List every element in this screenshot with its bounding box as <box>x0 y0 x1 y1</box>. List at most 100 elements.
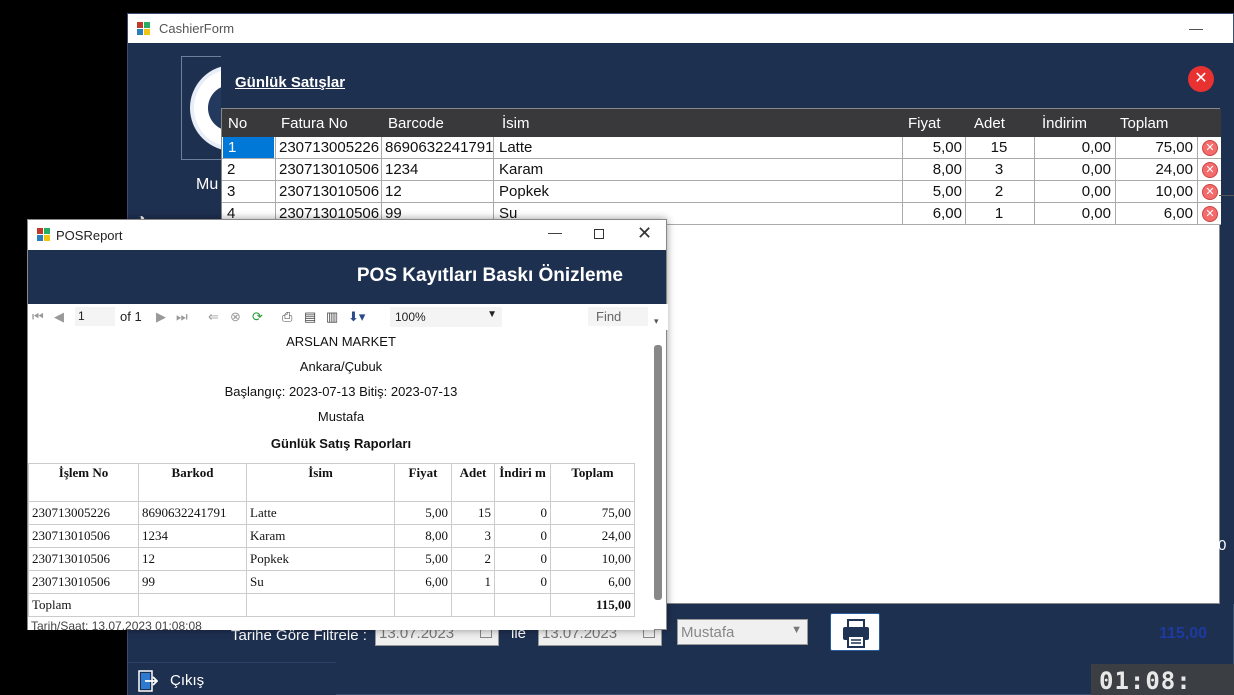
col-fatura[interactable]: Fatura No <box>281 115 348 132</box>
cell-indirim: 0,00 <box>1081 139 1111 156</box>
stop-icon[interactable]: ⊗ <box>230 309 241 325</box>
report-page: ARSLAN MARKET Ankara/Çubuk Başlangıç: 20… <box>28 330 654 630</box>
report-footnote: Tarih/Saat: 13.07.2023 01:08:08 <box>31 619 202 630</box>
cell-fatura: 230713005226 <box>279 139 380 156</box>
date-range: Başlangıç: 2023-07-13 Bitiş: 2023-07-13 <box>224 384 458 399</box>
cell-barcode: 12 <box>385 183 402 200</box>
selected-cell[interactable]: 1 <box>223 137 274 158</box>
col-indirim[interactable]: İndirim <box>1042 115 1087 132</box>
total-amount: 115,00 <box>1159 625 1208 642</box>
vertical-scrollbar[interactable] <box>654 345 662 600</box>
cell-barcode: 1234 <box>385 161 419 178</box>
cell-fiyat: 6,00 <box>932 205 962 222</box>
exit-icon <box>138 670 158 692</box>
delete-row-icon[interactable]: ✕ <box>1202 162 1218 178</box>
store-location: Ankara/Çubuk <box>299 359 383 374</box>
delete-row-icon[interactable]: ✕ <box>1202 206 1218 222</box>
grid-header: No Fatura No Barcode İsim Fiyat Adet İnd… <box>222 109 1221 137</box>
zoom-select[interactable]: 100% ▼ <box>390 307 502 327</box>
table-row: 230713010506 99 Su 6,00 1 0 6,00 <box>28 570 635 594</box>
app-icon <box>37 228 51 242</box>
col-adet[interactable]: Adet <box>974 115 1005 132</box>
user-name: Mu <box>196 176 219 193</box>
delete-row-icon[interactable]: ✕ <box>1202 140 1218 156</box>
col-isim[interactable]: İsim <box>502 115 530 132</box>
zoom-value: 100% <box>395 310 426 324</box>
panel-title: Günlük Satışlar <box>235 74 346 91</box>
report-col: Barkod <box>138 463 247 502</box>
report-col: Fiyat <box>394 463 452 502</box>
pos-titlebar: POSReport — ✕ <box>28 220 666 250</box>
cell-fatura: 230713010506 <box>279 183 380 200</box>
print-icon[interactable]: ⎙ <box>282 309 292 325</box>
close-button[interactable]: ✕ <box>637 223 652 244</box>
prev-page-icon[interactable]: ◀ <box>54 309 64 325</box>
scroll-up-button[interactable]: ▾ <box>654 316 664 328</box>
table-row: 230713005226 8690632241791 Latte 5,00 15 0 75… <box>28 501 635 525</box>
chevron-down-icon[interactable]: ▼ <box>791 624 802 636</box>
table-row[interactable]: 2 230713010506 1234 Karam 8,00 3 0,00 24… <box>222 159 1221 181</box>
table-row[interactable]: 1 230713005226 8690632241791 Latte 5,00 … <box>222 137 1221 159</box>
report-col: İsim <box>246 463 395 502</box>
cell-no: 3 <box>227 183 236 200</box>
cell-barcode: 8690632241791 <box>385 139 494 156</box>
total-row: Toplam 115,00 <box>28 593 635 617</box>
cashier-titlebar: CashierForm — <box>128 14 1233 43</box>
exit-button[interactable]: Çıkış <box>128 662 336 695</box>
close-panel-button[interactable]: ✕ <box>1188 66 1214 92</box>
back-icon[interactable]: ⇐ <box>208 309 219 325</box>
print-layout-icon[interactable]: ▥ <box>326 309 338 325</box>
report-col: İndiri m <box>494 463 551 502</box>
cell-adet: 1 <box>994 205 1004 222</box>
cell-fatura: 230713010506 <box>279 161 380 178</box>
export-icon[interactable]: ⬇▾ <box>348 309 365 325</box>
cell-fiyat: 8,00 <box>932 161 962 178</box>
page-setup-icon[interactable]: ▤ <box>304 309 316 325</box>
col-no[interactable]: No <box>228 115 247 132</box>
minimize-button[interactable]: — <box>1189 20 1203 36</box>
store-name: ARSLAN MARKET <box>286 334 396 349</box>
of-label: of 1 <box>120 309 142 324</box>
col-fiyat[interactable]: Fiyat <box>908 115 941 132</box>
window-title: CashierForm <box>159 21 235 36</box>
table-row[interactable]: 3 230713010506 12 Popkek 5,00 2 0,00 10,… <box>222 181 1221 203</box>
minimize-button[interactable]: — <box>548 224 562 240</box>
clock-panel: 01:08: <box>1091 664 1234 695</box>
cell-no: 2 <box>227 161 236 178</box>
window-title: POSReport <box>56 228 123 243</box>
desktop: CashierForm — Mu ⌒ ◔ Çıkış 01:08: Günlük… <box>0 0 1234 695</box>
cell-no: 1 <box>228 139 237 156</box>
page-input[interactable]: 1 <box>75 307 115 326</box>
cell-indirim: 0,00 <box>1081 161 1111 178</box>
report-col: İşlem No <box>28 463 139 502</box>
cell-isim: Popkek <box>499 183 550 200</box>
next-page-icon[interactable]: ▶ <box>156 309 166 325</box>
refresh-icon[interactable]: ⟳ <box>252 309 263 325</box>
find-placeholder: Find <box>596 309 622 324</box>
cell-indirim: 0,00 <box>1081 205 1111 222</box>
cell-fiyat: 5,00 <box>932 139 962 156</box>
printer-icon <box>843 619 869 648</box>
maximize-button[interactable] <box>594 229 604 239</box>
cell-adet: 15 <box>990 139 1008 156</box>
cell-toplam: 24,00 <box>1155 161 1193 178</box>
cell-toplam: 10,00 <box>1155 183 1193 200</box>
total-value: 115,00 <box>550 593 635 617</box>
col-barcode[interactable]: Barcode <box>388 115 444 132</box>
cell-adet: 3 <box>994 161 1004 178</box>
report-user: Mustafa <box>317 409 365 424</box>
first-page-icon[interactable]: ⏮ <box>32 309 44 325</box>
delete-row-icon[interactable]: ✕ <box>1202 184 1218 200</box>
chevron-down-icon[interactable]: ▼ <box>487 309 497 320</box>
find-input[interactable]: Find <box>588 307 648 326</box>
col-toplam[interactable]: Toplam <box>1120 115 1168 132</box>
cell-toplam: 6,00 <box>1163 205 1193 222</box>
report-col: Toplam <box>550 463 635 502</box>
print-button[interactable] <box>830 613 880 651</box>
exit-label: Çıkış <box>170 672 205 689</box>
cell-isim: Karam <box>499 161 544 178</box>
user-select[interactable]: Mustafa ▼ <box>677 619 808 645</box>
last-page-icon[interactable]: ⏭ <box>176 309 188 325</box>
table-row: 230713010506 12 Popkek 5,00 2 0 10,00 <box>28 547 635 571</box>
report-header: POS Kayıtları Baskı Önizleme <box>28 250 666 304</box>
